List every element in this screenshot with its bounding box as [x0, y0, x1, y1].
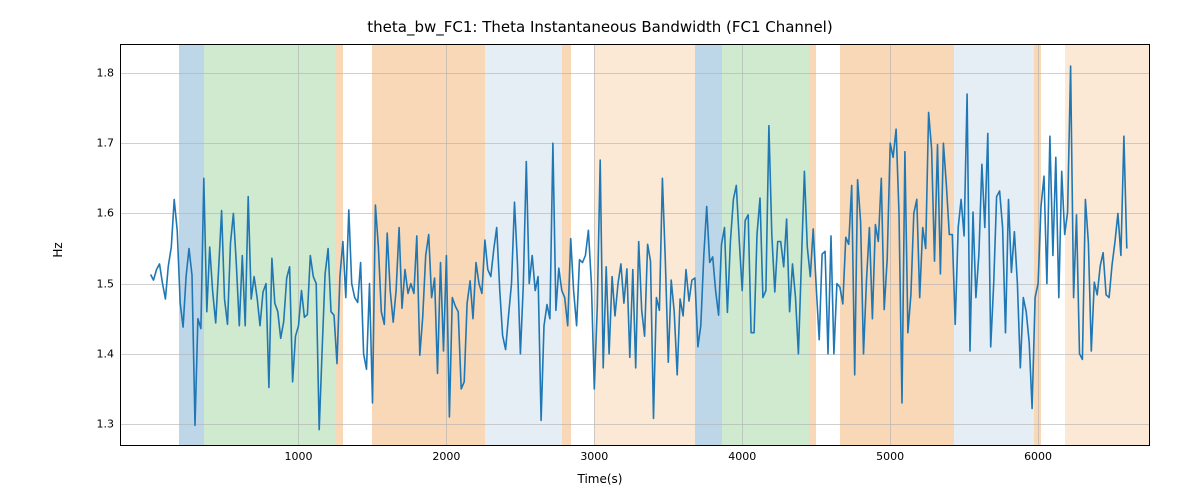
x-tick-label: 6000 [1018, 450, 1058, 463]
y-tick-label: 1.7 [84, 137, 114, 150]
chart-figure: theta_bw_FC1: Theta Instantaneous Bandwi… [0, 0, 1200, 500]
y-tick-label: 1.6 [84, 207, 114, 220]
y-tick-label: 1.5 [84, 277, 114, 290]
plot-area [120, 44, 1150, 446]
chart-title: theta_bw_FC1: Theta Instantaneous Bandwi… [0, 18, 1200, 36]
y-tick-label: 1.3 [84, 417, 114, 430]
data-line [121, 45, 1149, 445]
x-tick-label: 5000 [870, 450, 910, 463]
x-tick-label: 1000 [278, 450, 318, 463]
x-axis-label: Time(s) [0, 472, 1200, 486]
x-tick-label: 4000 [722, 450, 762, 463]
y-axis-label: Hz [51, 242, 65, 257]
x-tick-label: 2000 [426, 450, 466, 463]
y-tick-label: 1.8 [84, 67, 114, 80]
y-tick-label: 1.4 [84, 347, 114, 360]
x-tick-label: 3000 [574, 450, 614, 463]
